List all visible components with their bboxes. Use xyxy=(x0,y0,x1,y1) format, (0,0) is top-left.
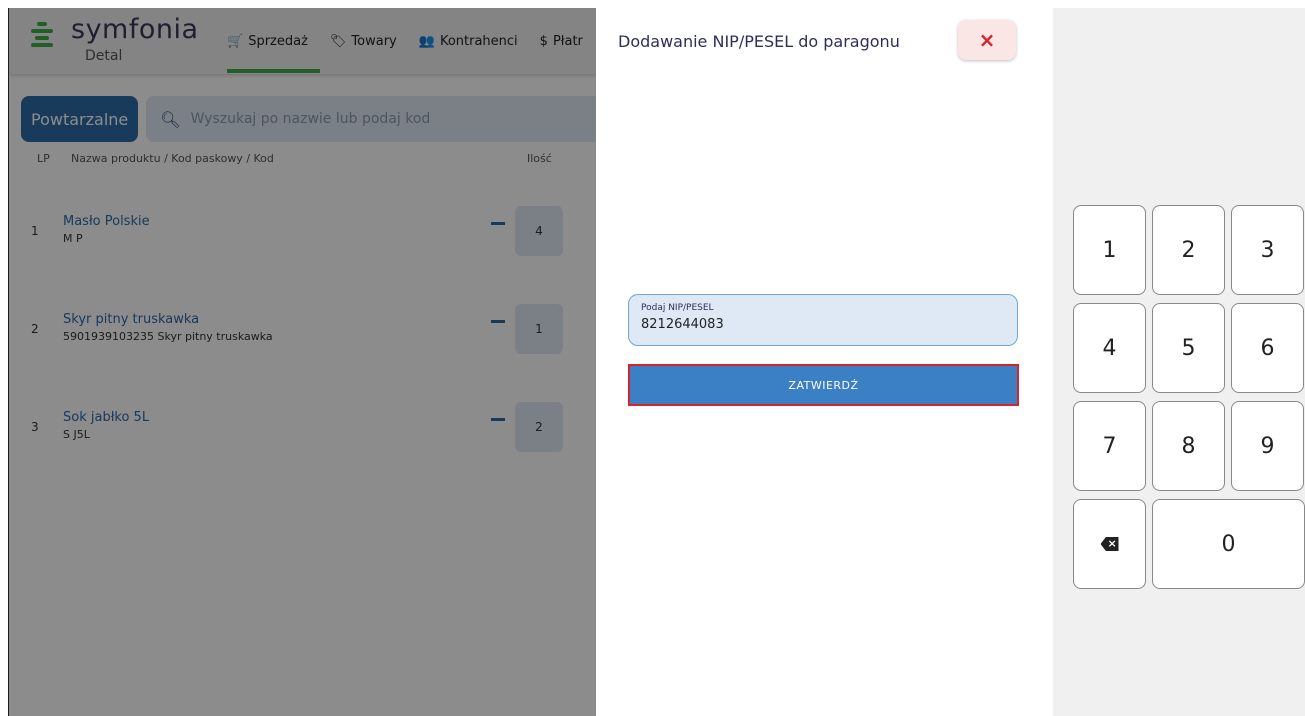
key-2[interactable]: 2 xyxy=(1152,205,1225,295)
backspace-key[interactable]: × xyxy=(1073,499,1146,589)
key-4[interactable]: 4 xyxy=(1073,303,1146,393)
backspace-icon: × xyxy=(1100,537,1119,551)
nip-pesel-field[interactable]: Podaj NIP/PESEL xyxy=(628,294,1018,346)
nip-pesel-field-label: Podaj NIP/PESEL xyxy=(641,303,714,313)
key-6[interactable]: 6 xyxy=(1231,303,1304,393)
key-1[interactable]: 1 xyxy=(1073,205,1146,295)
key-8[interactable]: 8 xyxy=(1152,401,1225,491)
key-0[interactable]: 0 xyxy=(1152,499,1305,589)
key-3[interactable]: 3 xyxy=(1231,205,1304,295)
close-icon: × xyxy=(978,28,996,52)
key-9[interactable]: 9 xyxy=(1231,401,1304,491)
modal-backdrop[interactable] xyxy=(8,8,596,716)
dialog-title: Dodawanie NIP/PESEL do paragonu xyxy=(618,32,900,51)
nip-pesel-dialog: Dodawanie NIP/PESEL do paragonu × Podaj … xyxy=(596,8,1053,716)
nip-pesel-input[interactable] xyxy=(641,317,1001,332)
key-5[interactable]: 5 xyxy=(1152,303,1225,393)
confirm-button[interactable]: ZATWIERDŹ xyxy=(628,364,1019,406)
key-7[interactable]: 7 xyxy=(1073,401,1146,491)
close-button[interactable]: × xyxy=(958,20,1016,60)
